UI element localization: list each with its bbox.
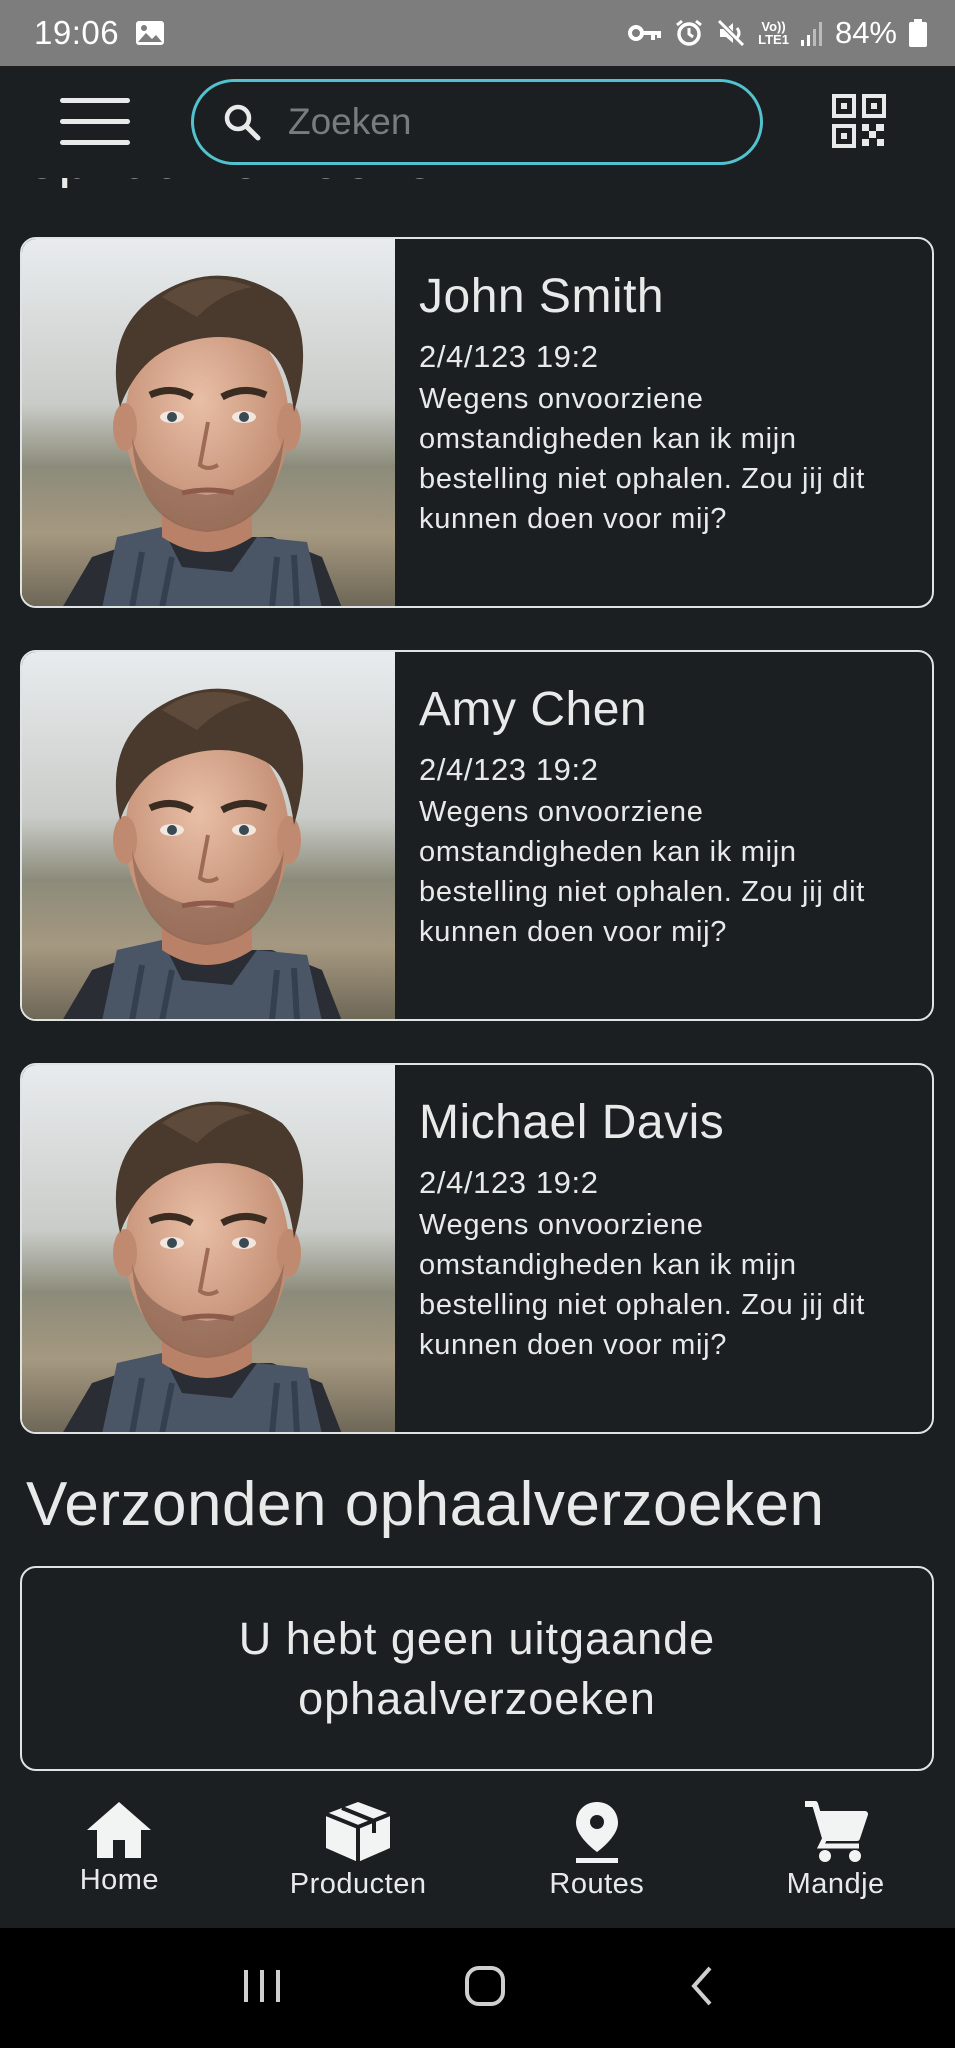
requester-name: Michael Davis <box>419 1096 725 1149</box>
menu-icon[interactable] <box>60 98 130 146</box>
pickup-request-card[interactable]: Michael Davis 2/4/123 19:2 Wegens onvoor… <box>20 1063 934 1434</box>
avatar <box>22 1065 395 1432</box>
back-icon[interactable] <box>686 1964 716 2013</box>
alarm-icon <box>674 18 704 48</box>
network-label: LTE1 <box>758 32 789 47</box>
gallery-icon <box>135 20 165 46</box>
cart-icon <box>804 1801 868 1862</box>
home-icon <box>87 1802 152 1858</box>
pickup-request-card[interactable]: John Smith 2/4/123 19:2 Wegens onvoorzie… <box>20 237 934 608</box>
home-circle-icon[interactable] <box>463 1964 507 2013</box>
empty-state-box: U hebt geen uitgaande ophaalverzoeken <box>20 1566 934 1771</box>
nav-label: Producten <box>289 1868 427 1900</box>
search-icon <box>224 104 261 141</box>
app-bar <box>0 66 955 178</box>
request-date: 2/4/123 19:2 <box>419 1165 599 1200</box>
battery-icon <box>909 19 927 47</box>
avatar <box>22 652 395 1019</box>
avatar <box>22 239 395 606</box>
search-input[interactable] <box>286 100 766 144</box>
network-indicator: Vo)) LTE1 <box>758 20 789 46</box>
request-message: Wegens onvoorziene omstandigheden kan ik… <box>419 1209 865 1361</box>
request-date: 2/4/123 19:2 <box>419 752 599 787</box>
mute-icon <box>716 18 746 48</box>
status-bar: 19:06 Vo)) LTE1 84% <box>0 0 955 66</box>
bottom-navigation: Home Producten Routes Mandje <box>0 1790 955 1928</box>
requester-name: Amy Chen <box>419 683 648 736</box>
pickup-request-card[interactable]: Amy Chen 2/4/123 19:2 Wegens onvoorziene… <box>20 650 934 1021</box>
nav-label: Routes <box>549 1868 645 1900</box>
request-message: Wegens onvoorziene omstandigheden kan ik… <box>419 383 865 535</box>
signal-icon <box>800 20 823 46</box>
search-bar[interactable] <box>191 79 766 165</box>
sent-requests-heading: Verzonden ophaalverzoeken <box>26 1470 825 1539</box>
battery-text: 84% <box>834 15 897 50</box>
requester-name: John Smith <box>419 270 665 323</box>
qr-code-icon[interactable] <box>832 94 886 148</box>
nav-label: Home <box>79 1864 160 1896</box>
system-navigation <box>0 1928 955 2048</box>
status-time: 19:06 <box>34 14 120 51</box>
request-message: Wegens onvoorziene omstandigheden kan ik… <box>419 796 865 948</box>
recent-apps-icon[interactable] <box>240 1966 284 2011</box>
nav-routes[interactable]: Routes <box>478 1790 717 1928</box>
key-icon <box>628 23 662 43</box>
request-date: 2/4/123 19:2 <box>419 339 599 374</box>
empty-state-text: U hebt geen uitgaande ophaalverzoeken <box>238 1612 716 1724</box>
nav-producten[interactable]: Producten <box>239 1790 478 1928</box>
nav-home[interactable]: Home <box>0 1790 239 1928</box>
nav-label: Mandje <box>786 1868 885 1900</box>
box-icon <box>325 1802 391 1862</box>
location-pin-icon <box>575 1802 618 1863</box>
nav-mandje[interactable]: Mandje <box>716 1790 955 1928</box>
